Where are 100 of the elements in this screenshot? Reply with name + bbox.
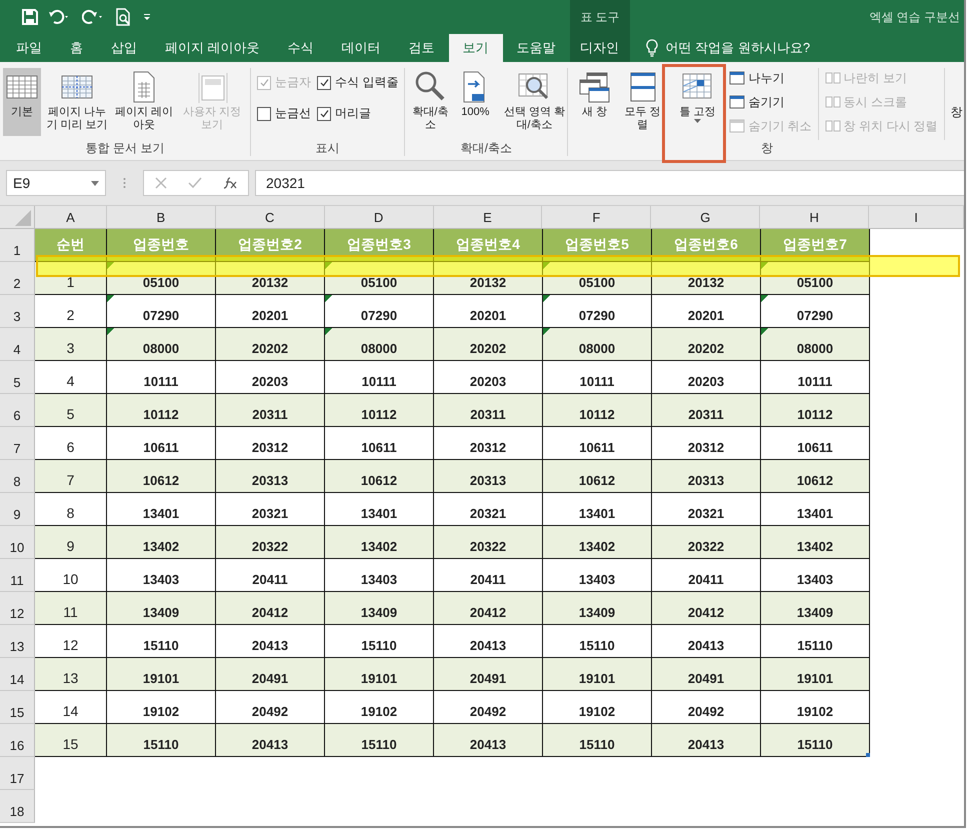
- column-header[interactable]: H: [760, 206, 870, 228]
- column-header[interactable]: G: [651, 206, 760, 228]
- table-header-cell: 순번: [35, 229, 107, 262]
- zoom-button[interactable]: 선택 영역 확대/축소: [498, 68, 570, 136]
- window-small-button[interactable]: 숨기기: [729, 92, 812, 112]
- column-header[interactable]: F: [542, 206, 652, 228]
- table-cell: 13401: [107, 493, 216, 526]
- function-icon[interactable]: [223, 177, 238, 189]
- dropdown-icon[interactable]: [91, 180, 99, 186]
- row-header[interactable]: 2: [0, 262, 35, 295]
- table-cell: 20312: [216, 427, 325, 460]
- formula-field[interactable]: 20321: [255, 170, 964, 196]
- row-header[interactable]: 3: [0, 295, 35, 328]
- row-header[interactable]: 10: [0, 526, 35, 559]
- ribbon-tab[interactable]: 수식: [274, 34, 328, 62]
- ribbon-tab[interactable]: 삽입: [97, 34, 151, 62]
- table-cell: 10112: [325, 394, 434, 427]
- window-small-button[interactable]: 나누기: [729, 68, 812, 88]
- row-header[interactable]: 17: [0, 757, 35, 790]
- table-resize-handle[interactable]: [866, 753, 870, 757]
- table-cell: 20413: [652, 625, 761, 658]
- column-header[interactable]: I: [869, 206, 964, 228]
- row-header[interactable]: 1: [0, 229, 35, 262]
- row-header[interactable]: 18: [0, 790, 35, 823]
- table-cell: 10611: [107, 427, 216, 460]
- checkbox[interactable]: 머리글: [317, 105, 398, 122]
- table-cell: 11: [35, 592, 107, 625]
- table-cell: 07290: [543, 295, 652, 328]
- view-button[interactable]: 기본: [3, 68, 41, 136]
- view-button[interactable]: 페이지 레이아웃: [113, 68, 175, 136]
- table-cell: 13409: [107, 592, 216, 625]
- table-cell: 20311: [434, 394, 543, 427]
- table-cell: 6: [35, 427, 107, 460]
- document-title: 엑셀 연습 구분선: [869, 8, 961, 26]
- table-cell: 20413: [216, 625, 325, 658]
- table-cell: 13403: [107, 559, 216, 592]
- column-header[interactable]: D: [324, 206, 434, 228]
- column-header[interactable]: C: [216, 206, 325, 228]
- window-icon: [729, 118, 746, 134]
- table-cell: 10611: [325, 427, 434, 460]
- table-header-cell: 업종번호7: [761, 229, 870, 262]
- row-header[interactable]: 11: [0, 559, 35, 592]
- row-header[interactable]: 14: [0, 658, 35, 691]
- table-header-cell: 업종번호5: [543, 229, 652, 262]
- context-tab-label: 표 도구: [570, 0, 630, 34]
- ribbon-tab[interactable]: 데이터: [328, 34, 395, 62]
- table-cell: 07290: [107, 295, 216, 328]
- zoom-button[interactable]: 100%: [454, 68, 496, 136]
- grip-icon[interactable]: [123, 177, 126, 189]
- row-header[interactable]: 9: [0, 493, 35, 526]
- table-cell: 19102: [761, 691, 870, 724]
- tell-me-field[interactable]: 어떤 작업을 원하시나요?: [630, 34, 810, 62]
- table-cell: 4: [35, 361, 107, 394]
- view-button[interactable]: 페이지 나누기 미리 보기: [43, 68, 111, 136]
- table-cell: 7: [35, 460, 107, 493]
- group-label: 창: [761, 140, 774, 156]
- ribbon-tab[interactable]: 디자인: [570, 34, 630, 62]
- zoom-button[interactable]: 확대/축소: [408, 68, 452, 136]
- table-cell: 13401: [761, 493, 870, 526]
- window-button[interactable]: 새 창: [571, 68, 618, 136]
- window-button[interactable]: 틀 고정: [667, 68, 728, 136]
- ribbon-tab[interactable]: 검토: [394, 34, 449, 62]
- checkbox[interactable]: 수식 입력줄: [317, 74, 398, 91]
- table-cell: 13401: [543, 493, 652, 526]
- checkbox[interactable]: 눈금선: [257, 105, 311, 122]
- table-cell: 08000: [107, 328, 216, 361]
- print-preview-icon[interactable]: [116, 8, 132, 26]
- ribbon-tab[interactable]: 파일: [0, 34, 56, 62]
- save-icon[interactable]: [22, 9, 38, 25]
- table-cell: 07290: [325, 295, 434, 328]
- customize-icon[interactable]: [142, 12, 152, 22]
- table-cell: 08000: [543, 328, 652, 361]
- window-button[interactable]: 창: [950, 68, 963, 121]
- row-header[interactable]: 6: [0, 394, 35, 427]
- ribbon-tab[interactable]: 홈: [56, 34, 97, 62]
- row-header[interactable]: 7: [0, 427, 35, 460]
- column-header[interactable]: A: [34, 206, 107, 228]
- row-header[interactable]: 13: [0, 625, 35, 658]
- row-header[interactable]: 12: [0, 592, 35, 625]
- row-header[interactable]: 5: [0, 361, 35, 394]
- window-button[interactable]: 모두 정렬: [619, 68, 666, 136]
- row-header[interactable]: 15: [0, 691, 35, 724]
- lightbulb-icon: [646, 39, 658, 57]
- ribbon-tab[interactable]: 도움말: [502, 34, 570, 62]
- table-cell: 10111: [107, 361, 216, 394]
- table-cell: 12: [35, 625, 107, 658]
- column-header[interactable]: E: [434, 206, 542, 228]
- table-cell: 10611: [543, 427, 652, 460]
- table-cell: 5: [35, 394, 107, 427]
- column-header[interactable]: B: [106, 206, 216, 228]
- row-header[interactable]: 8: [0, 460, 35, 493]
- ribbon-tab[interactable]: 페이지 레이아웃: [151, 34, 274, 62]
- two-pages-icon: [824, 70, 841, 86]
- table-cell: 20492: [652, 691, 761, 724]
- name-box[interactable]: E9: [6, 170, 106, 196]
- row-header[interactable]: 4: [0, 328, 35, 361]
- row-header[interactable]: 16: [0, 724, 35, 757]
- ribbon-tab[interactable]: 보기: [448, 34, 503, 62]
- table-cell: 3: [35, 328, 107, 361]
- table-cell: 20413: [216, 724, 325, 757]
